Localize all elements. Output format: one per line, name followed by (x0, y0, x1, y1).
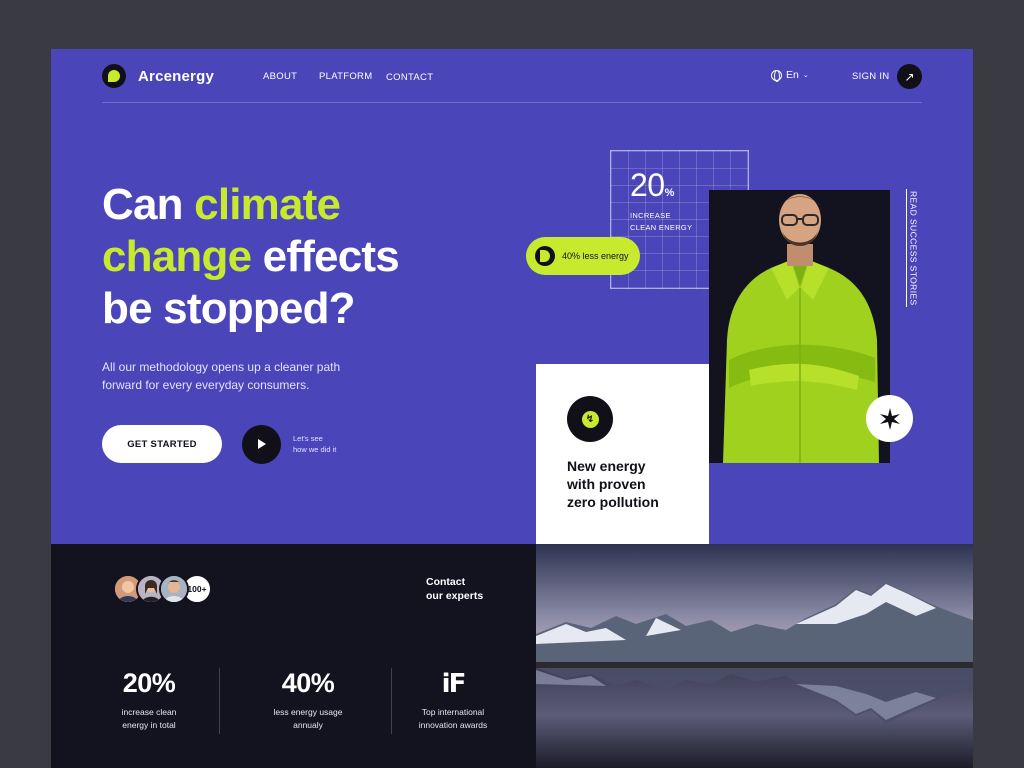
stats-section: 100+ Contact our experts 20% increase cl… (51, 544, 973, 768)
lightning-icon: ↯ (581, 410, 599, 428)
feature-title-line: New energy (567, 458, 646, 474)
headline-text: effects (251, 232, 400, 281)
contact-line: Contact (426, 576, 466, 588)
stat-label-line: annualy (293, 720, 323, 730)
stat-caption-line: CLEAN ENERGY (630, 223, 693, 232)
nav-about[interactable]: ABOUT (263, 71, 297, 82)
stat-awards: iF Top international innovation awards (406, 668, 500, 732)
pill-label: 40% less energy (562, 251, 629, 261)
language-selector[interactable]: En ⌄ (771, 69, 809, 82)
video-caption-line: how we did it (293, 445, 337, 454)
landscape-illustration (536, 544, 973, 768)
nav-divider (102, 102, 922, 103)
star-button[interactable] (866, 395, 913, 442)
page-frame: Arcenergy ABOUT PLATFORM CONTACT En ⌄ SI… (51, 49, 973, 768)
stat-divider (391, 668, 392, 734)
get-started-button[interactable]: GET STARTED (102, 425, 222, 463)
stat-number: 20% (122, 668, 176, 698)
headline-highlight: climate (194, 180, 341, 229)
headline-highlight: change (102, 232, 252, 281)
video-caption: Let's see how we did it (293, 433, 353, 455)
contact-experts-link[interactable]: Contact our experts (426, 575, 483, 603)
stat-clean-energy: 20% increase clean energy in total (101, 668, 197, 732)
stat-label-line: less energy usage (273, 707, 343, 717)
hero-headline: Can climate change effects be stopped? (102, 179, 400, 335)
globe-icon (771, 69, 782, 82)
hero-section: Arcenergy ABOUT PLATFORM CONTACT En ⌄ SI… (51, 49, 973, 544)
stat-divider (219, 668, 220, 734)
person-illustration (709, 190, 890, 463)
play-video-button[interactable] (242, 425, 281, 464)
contact-line: our experts (426, 590, 484, 602)
video-caption-line: Let's see (293, 434, 323, 443)
stat-label-line: increase clean (121, 707, 177, 717)
stories-label: READ SUCCESS STORIES (908, 190, 919, 306)
stat-label: increase clean energy in total (101, 706, 197, 732)
mountain-lake-photo (536, 544, 973, 768)
stat-label: less energy usage annualy (255, 706, 361, 732)
stat-value: 20% (630, 167, 674, 204)
star-icon (879, 407, 900, 430)
headline-text: Can (102, 180, 195, 229)
if-award-icon: iF (406, 668, 500, 700)
read-stories-link[interactable]: READ SUCCESS STORIES (906, 189, 920, 307)
nav-platform[interactable]: PLATFORM (319, 71, 372, 82)
logo-icon (102, 64, 126, 88)
stat-caption: INCREASE CLEAN ENERGY (630, 210, 720, 234)
feature-title-line: with proven (567, 476, 646, 492)
stat-label-line: Top international (421, 707, 485, 717)
moon-icon (535, 246, 555, 266)
person-photo (709, 190, 890, 463)
stat-number: 40% (281, 668, 335, 698)
nav-contact[interactable]: CONTACT (386, 72, 433, 83)
brand-name: Arcenergy (138, 67, 215, 85)
chevron-down-icon: ⌄ (802, 72, 809, 79)
stat-label-line: energy in total (122, 720, 176, 730)
hero-subtext: All our methodology opens up a cleaner p… (102, 360, 341, 392)
stat-caption-line: INCREASE (630, 211, 671, 220)
energy-pill: 40% less energy (526, 237, 640, 275)
headline-text: be stopped? (102, 284, 356, 333)
stat-number: 20 (630, 167, 665, 203)
feature-title: New energy with proven zero pollution (567, 457, 697, 511)
stat-label-line: innovation awards (418, 720, 488, 730)
award-logo-text: iF (441, 669, 467, 699)
avatar (159, 574, 189, 604)
stat-less-energy: 40% less energy usage annualy (255, 668, 361, 732)
sign-in-link[interactable]: SIGN IN (852, 71, 889, 82)
expert-avatars[interactable]: 100+ (113, 574, 212, 604)
feature-title-line: zero pollution (567, 494, 659, 510)
language-label: En (786, 69, 799, 81)
stat-unit: % (664, 187, 675, 199)
feature-card: ↯ New energy with proven zero pollution (536, 364, 709, 544)
arrow-up-right-button[interactable]: ↗ (897, 64, 922, 89)
bolt-badge: ↯ (567, 396, 613, 442)
arrow-up-right-icon: ↗ (904, 69, 915, 84)
brand-logo[interactable]: Arcenergy (102, 64, 214, 88)
stat-label: Top international innovation awards (406, 706, 500, 732)
